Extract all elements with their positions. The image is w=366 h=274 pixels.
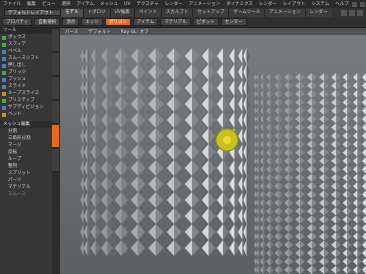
shading-mode[interactable]: デフォルト bbox=[83, 29, 116, 35]
workspace-tabs: モデル トポロジ UV編集 ペイント スカルプト セットアップ ゲームツール ア… bbox=[60, 8, 332, 17]
item-mode-button[interactable]: アイテム bbox=[132, 18, 159, 26]
tool-item[interactable]: 押し出し bbox=[0, 62, 52, 69]
minimize-icon[interactable] bbox=[351, 1, 357, 7]
bend-icon bbox=[2, 113, 6, 117]
3d-viewport[interactable]: パース デフォルト Ray GL: オフ bbox=[60, 28, 366, 274]
pivot-mode-button[interactable]: ピボット bbox=[192, 18, 219, 26]
tool-item[interactable]: スライド bbox=[0, 83, 52, 90]
tool-item[interactable]: スプリット bbox=[0, 170, 52, 177]
tool-item[interactable]: マージ bbox=[0, 142, 52, 149]
tab-topology[interactable]: トポロジ bbox=[82, 9, 110, 17]
menu-item[interactable]: テクスチャ bbox=[133, 1, 161, 7]
vertical-tab[interactable] bbox=[52, 101, 59, 124]
tool-item[interactable]: 三角形分割 bbox=[0, 135, 52, 142]
menu-item[interactable]: UV bbox=[121, 2, 133, 7]
tab-render[interactable]: レンダー bbox=[304, 9, 332, 17]
vertex-mode-button[interactable]: 頂点 bbox=[62, 18, 80, 26]
view-type[interactable]: パース bbox=[60, 29, 83, 35]
smooth-shift-icon bbox=[2, 57, 6, 61]
menu-item[interactable]: レイアウト bbox=[280, 1, 309, 7]
vertical-tabs bbox=[52, 28, 60, 274]
vertical-tab[interactable] bbox=[52, 29, 59, 52]
tool-item[interactable]: プッシュ bbox=[0, 76, 52, 83]
tab-paint[interactable]: ペイント bbox=[133, 9, 161, 17]
bridge-icon bbox=[2, 71, 6, 75]
extrude-icon bbox=[2, 64, 6, 68]
box-icon bbox=[2, 36, 6, 40]
menu-item[interactable]: ファイル bbox=[0, 1, 24, 7]
tool-item[interactable]: スフィア bbox=[0, 41, 52, 48]
material-mode-button[interactable]: マテリアル bbox=[160, 18, 191, 26]
tool-item[interactable]: サブディビジョン bbox=[0, 104, 52, 111]
tool-item[interactable]: スムースシフト bbox=[0, 55, 52, 62]
sphere-icon bbox=[2, 43, 6, 47]
loop-slice-icon bbox=[2, 92, 6, 96]
menu-item[interactable]: レンダー bbox=[162, 1, 186, 7]
polygon-mode-button[interactable]: ポリゴン bbox=[104, 18, 131, 26]
vertical-tab-active[interactable] bbox=[52, 125, 59, 148]
tool-panel: ツール ボックス スフィア ベベル スムースシフト 押し出し ブリッジ プッシュ… bbox=[0, 28, 53, 274]
subdivide-icon bbox=[2, 106, 6, 110]
vertical-tab[interactable] bbox=[52, 53, 59, 76]
tool-item[interactable]: ブリッジ bbox=[0, 69, 52, 76]
selection-toolbar: プロパティ 自動選択 頂点 エッジ ポリゴン アイテム マテリアル ピボット セ… bbox=[0, 17, 366, 28]
vertical-tab[interactable] bbox=[52, 77, 59, 100]
tab-setup[interactable]: セットアップ bbox=[192, 9, 229, 17]
menu-item[interactable]: アニメーション bbox=[186, 1, 223, 7]
tool-item[interactable]: 分割 bbox=[0, 128, 52, 135]
menu-item[interactable]: ビュー bbox=[39, 1, 59, 7]
auto-select-button[interactable]: 自動選択 bbox=[34, 18, 61, 26]
menu-bar: ファイル 編集 ビュー 選択 アイテム メッシュ UV テクスチャ レンダー ア… bbox=[0, 0, 366, 8]
slide-icon bbox=[2, 85, 6, 89]
tool-item[interactable]: ボックス bbox=[0, 34, 52, 41]
viewport-header: パース デフォルト Ray GL: オフ bbox=[60, 28, 366, 35]
tab-uv[interactable]: UV編集 bbox=[109, 9, 134, 17]
push-icon bbox=[2, 78, 6, 82]
tab-animation[interactable]: アニメーション bbox=[264, 9, 305, 17]
viewport-scene[interactable] bbox=[60, 28, 366, 274]
menu-item[interactable]: 選択 bbox=[59, 1, 74, 7]
tool-section-header[interactable]: メッシュ編集 bbox=[0, 121, 52, 128]
vertical-tab[interactable] bbox=[52, 149, 59, 172]
layout-selector[interactable]: デフォルトレイアウト bbox=[4, 9, 66, 16]
maximize-icon[interactable] bbox=[359, 1, 365, 7]
menu-item[interactable]: レンダー bbox=[256, 1, 280, 7]
tool-item[interactable]: スムース bbox=[0, 191, 52, 198]
action-center-handle bbox=[215, 128, 239, 152]
tool-item[interactable]: 反転 bbox=[0, 149, 52, 156]
tool-item[interactable]: プリミティブ bbox=[0, 97, 52, 104]
tool-icon[interactable] bbox=[357, 9, 363, 16]
properties-button[interactable]: プロパティ bbox=[2, 18, 33, 26]
primitive-icon bbox=[2, 99, 6, 103]
bevel-icon bbox=[2, 50, 6, 54]
menu-item[interactable]: ヘルプ bbox=[332, 1, 352, 7]
tool-item[interactable]: パーツ bbox=[0, 177, 52, 184]
tab-sculpt[interactable]: スカルプト bbox=[160, 9, 193, 17]
edge-mode-button[interactable]: エッジ bbox=[81, 18, 103, 26]
tool-item[interactable]: ループスライス bbox=[0, 90, 52, 97]
tab-game-tools[interactable]: ゲームツール bbox=[228, 9, 265, 17]
tool-item[interactable]: ループ bbox=[0, 156, 52, 163]
menu-item[interactable]: アイテム bbox=[74, 1, 98, 7]
menu-item[interactable]: ダイナミクス bbox=[223, 1, 256, 7]
window-controls bbox=[351, 1, 366, 7]
tool-item[interactable]: 整列 bbox=[0, 163, 52, 170]
menu-item[interactable]: システム bbox=[308, 1, 332, 7]
center-mode-button[interactable]: センター bbox=[220, 18, 247, 26]
ray-gl-toggle[interactable]: Ray GL: オフ bbox=[116, 29, 154, 35]
menu-item[interactable]: メッシュ bbox=[97, 1, 121, 7]
tool-item[interactable]: マテリアル bbox=[0, 184, 52, 191]
menu-item[interactable]: 編集 bbox=[24, 1, 39, 7]
tab-model[interactable]: モデル bbox=[60, 9, 83, 17]
tool-icon[interactable] bbox=[349, 9, 355, 16]
tool-item[interactable]: ベンド bbox=[0, 111, 52, 118]
layout-tools bbox=[341, 9, 366, 16]
tool-icon[interactable] bbox=[341, 9, 347, 16]
tool-item[interactable]: ベベル bbox=[0, 48, 52, 55]
